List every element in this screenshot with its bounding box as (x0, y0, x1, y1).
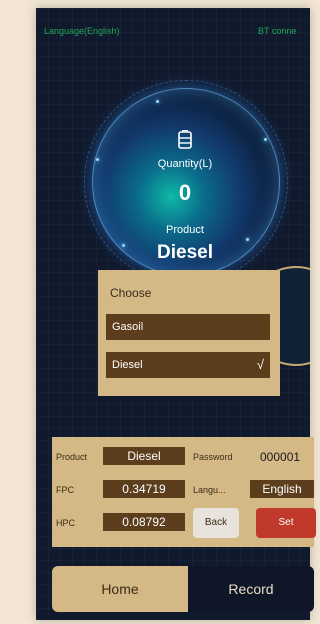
language-field[interactable]: English (250, 480, 314, 498)
fuel-tank-icon (178, 130, 192, 149)
quantity-label: Quantity(L) (157, 158, 213, 170)
product-field-label: Product (56, 452, 88, 462)
password-field[interactable]: 000001 (260, 450, 300, 464)
fpc-field[interactable]: 0.34719 (103, 480, 185, 498)
status-bar: Language(English) BT conne (36, 26, 310, 42)
dialog-title: Choose (110, 286, 152, 300)
option-diesel[interactable]: Diesel √ (106, 352, 270, 378)
check-icon: √ (256, 357, 264, 372)
product-field[interactable]: Diesel (103, 447, 185, 465)
password-field-label: Password (193, 452, 233, 462)
tab-record[interactable]: Record (188, 566, 314, 612)
option-label: Gasoil (112, 321, 144, 333)
hpc-field[interactable]: 0.08792 (103, 513, 185, 531)
bluetooth-status[interactable]: BT conne (258, 26, 296, 36)
set-button[interactable]: Set (256, 508, 316, 538)
fpc-field-label: FPC (56, 485, 74, 495)
sparkle-decoration (156, 100, 159, 103)
option-gasoil[interactable]: Gasoil (106, 314, 270, 340)
settings-panel: Product Diesel Password 000001 FPC 0.347… (52, 437, 316, 547)
option-label: Diesel (112, 359, 143, 371)
product-value: Diesel (157, 242, 213, 263)
choose-product-dialog: Choose Gasoil Diesel √ (98, 270, 280, 396)
language-field-label: Langu... (193, 485, 226, 495)
bottom-nav: Home Record (52, 566, 314, 612)
sparkle-decoration (246, 238, 249, 241)
language-status[interactable]: Language(English) (44, 26, 120, 36)
back-button[interactable]: Back (193, 508, 239, 538)
quantity-value: 0 (178, 180, 192, 205)
hpc-field-label: HPC (56, 518, 76, 528)
tab-home[interactable]: Home (52, 566, 188, 612)
product-label: Product (166, 224, 204, 236)
sparkle-decoration (264, 138, 267, 141)
